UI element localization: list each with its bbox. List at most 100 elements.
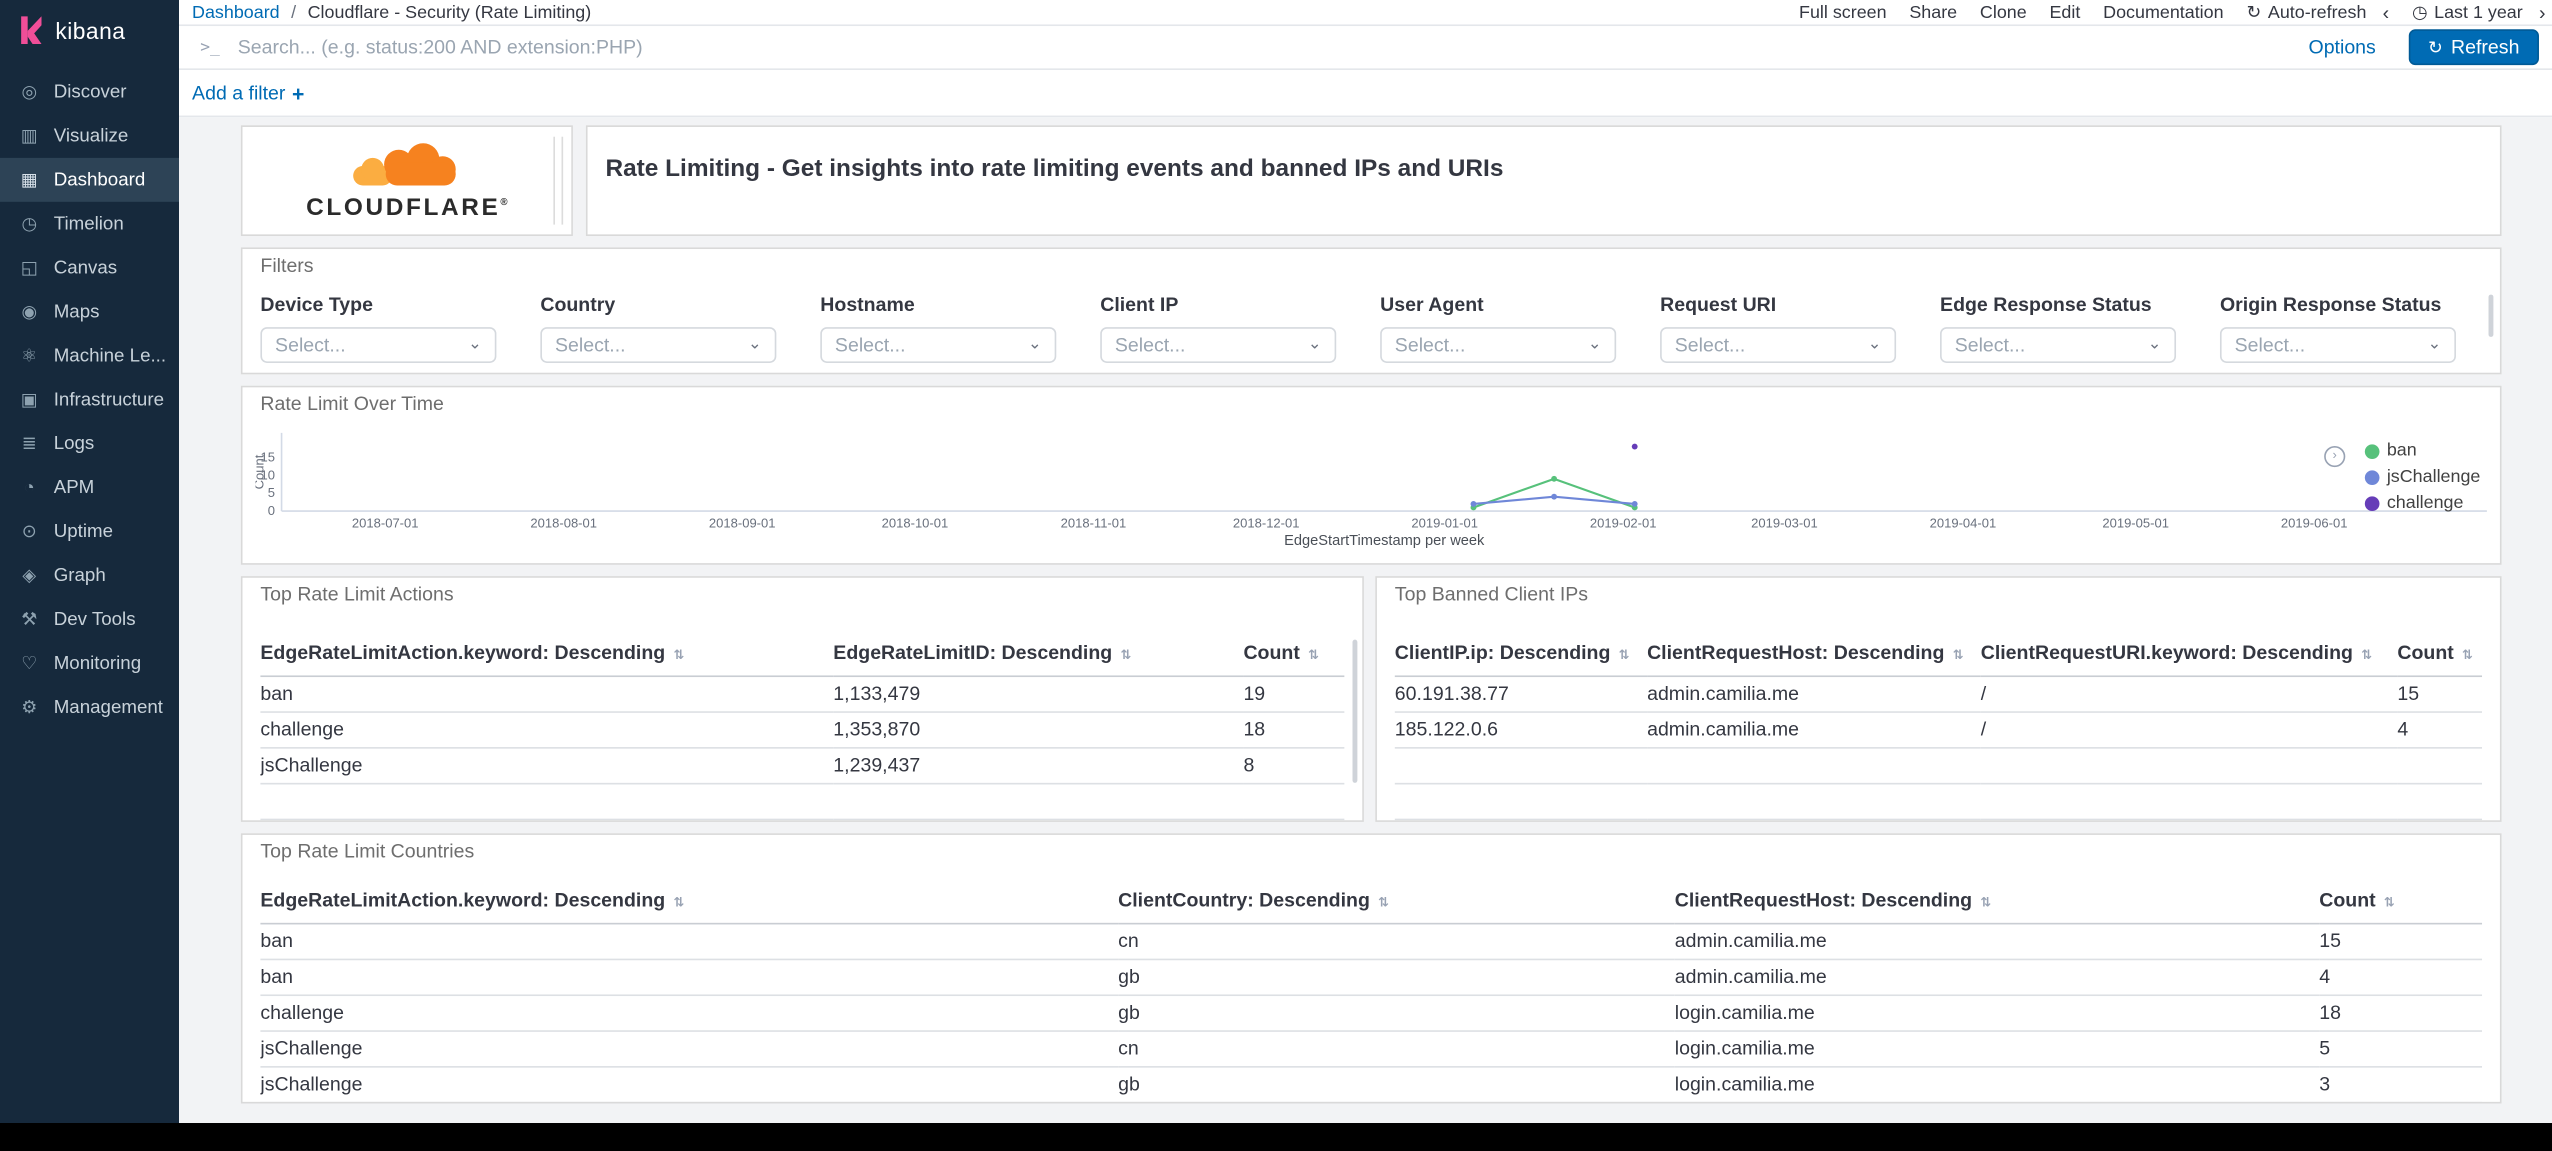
menu-item-share[interactable]: Share <box>1909 2 1957 22</box>
cloudflare-wordmark: CLOUDFLARE® <box>306 193 508 222</box>
filter-group-device-type: Device Type Select... ⌄ <box>260 293 497 363</box>
legend-color-dot <box>2364 470 2379 486</box>
chart-legend: ban jsChallenge challenge <box>2364 441 2480 514</box>
canvas-icon: ◱ <box>20 258 38 279</box>
column-header-edgeratelimitaction-keyword-descending[interactable]: EdgeRateLimitAction.keyword: Descending ⇅ <box>260 631 834 678</box>
table-cell: 3 <box>2319 1066 2483 1102</box>
sidebar-item-dashboard[interactable]: ▦ Dashboard <box>0 157 180 202</box>
legend-item-ban[interactable]: ban <box>2364 441 2480 462</box>
filter-select-edge-response-status[interactable]: Select... ⌄ <box>1940 327 2177 363</box>
sidebar-item-management[interactable]: ⚙ Management <box>0 685 179 729</box>
legend-item-challenge[interactable]: challenge <box>2364 493 2480 514</box>
column-header-count[interactable]: Count ⇅ <box>2397 631 2483 678</box>
table-cell: 4 <box>2397 712 2483 749</box>
sidebar-item-graph[interactable]: ◈ Graph <box>0 553 179 597</box>
clock-icon: ◷ <box>2411 3 2428 23</box>
apm-icon: ◔ <box>23 477 35 498</box>
column-header-edgeratelimitaction-keyword-descending[interactable]: EdgeRateLimitAction.keyword: Descending ⇅ <box>260 878 1119 925</box>
dashboard-icon: ▦ <box>20 170 38 191</box>
panel-scrollbar[interactable] <box>1352 639 1358 783</box>
table-cell: login.camilia.me <box>1674 995 2320 1032</box>
sidebar-item-dev-tools[interactable]: ⚒ Dev Tools <box>0 597 179 641</box>
menu-item-clone[interactable]: Clone <box>1980 2 2027 22</box>
empty-table-row <box>1394 747 2483 785</box>
column-header-edgeratelimitid-descending[interactable]: EdgeRateLimitID: Descending ⇅ <box>833 631 1244 678</box>
table-row: 185.122.0.6 admin.camilia.me/4 <box>1394 712 2483 749</box>
rate-limit-chart: 051015Count2018-07-01 2018-08-01 2018-09-0… <box>256 432 2487 549</box>
chevron-down-icon: ⌄ <box>2147 335 2162 354</box>
sidebar-item-uptime[interactable]: ⊙ Uptime <box>0 509 179 553</box>
svg-text:2018-07-01: 2018-07-01 <box>352 515 419 530</box>
infrastructure-icon: ▣ <box>20 390 38 411</box>
header-menu: Full screen Share Clone Edit Documentation <box>1799 2 2224 22</box>
sidebar-item-maps[interactable]: ◉ Maps <box>0 290 179 334</box>
panel-title: Filters <box>260 253 314 277</box>
select-placeholder: Select... <box>1954 333 2026 357</box>
legend-color-dot <box>2364 496 2379 512</box>
sort-icon: ⇅ <box>2383 895 2395 910</box>
column-header-clientrequesthost-descending[interactable]: ClientRequestHost: Descending ⇅ <box>1647 631 1981 678</box>
sidebar-item-monitoring[interactable]: ♡ Monitoring <box>0 641 179 685</box>
column-header-clientrequesturi-keyword-descending[interactable]: ClientRequestURI.keyword: Descending ⇅ <box>1980 631 2398 678</box>
table-row: jsChallenge 1,239,437 8 <box>260 747 1345 785</box>
time-picker-button[interactable]: ◷ Last 1 year <box>2412 2 2523 23</box>
svg-text:2018-10-01: 2018-10-01 <box>882 515 949 530</box>
filter-select-hostname[interactable]: Select... ⌄ <box>820 327 1057 363</box>
select-placeholder: Select... <box>275 333 346 357</box>
sidebar-item-logs[interactable]: ≣ Logs <box>0 422 179 466</box>
column-header-count[interactable]: Count ⇅ <box>2319 878 2483 925</box>
table-header-row: EdgeRateLimitAction.keyword: Descending ⇅… <box>260 631 1345 678</box>
table-cell: 185.122.0.6 <box>1394 712 1648 749</box>
options-link[interactable]: Options <box>2309 36 2376 59</box>
sidebar-item-visualize[interactable]: ▥ Visualize <box>0 114 179 158</box>
table-cell: 8 <box>1243 747 1345 785</box>
table-cell: 60.191.38.77 <box>1394 676 1648 713</box>
filter-select-device-type[interactable]: Select... ⌄ <box>260 327 497 363</box>
menu-item-full-screen[interactable]: Full screen <box>1799 2 1887 22</box>
filter-select-request-uri[interactable]: Select... ⌄ <box>1660 327 1897 363</box>
filter-select-origin-response-status[interactable]: Select... ⌄ <box>2219 327 2456 363</box>
sidebar-item-infrastructure[interactable]: ▣ Infrastructure <box>0 378 179 422</box>
legend-label: ban <box>2386 441 2417 461</box>
menu-item-documentation[interactable]: Documentation <box>2103 2 2223 22</box>
filter-select-user-agent[interactable]: Select... ⌄ <box>1380 327 1617 363</box>
panel-scrollbar[interactable] <box>553 136 564 225</box>
auto-refresh-button[interactable]: ↻ Auto-refresh <box>2246 2 2366 23</box>
table-cell: ban <box>260 959 1119 997</box>
sidebar-item-machine-le[interactable]: ⚛ Machine Le... <box>0 334 179 378</box>
svg-text:2019-02-01: 2019-02-01 <box>1590 515 1657 530</box>
filters-panel: Filters Device Type Select... ⌄ Country Sele… <box>240 247 2502 375</box>
discover-icon: ◎ <box>21 83 38 103</box>
refresh-button[interactable]: ↻ Refresh <box>2408 29 2539 66</box>
chevron-down-icon: ⌄ <box>1307 335 1322 354</box>
kibana-home-link[interactable]: kibana <box>0 0 179 60</box>
column-header-clientrequesthost-descending[interactable]: ClientRequestHost: Descending ⇅ <box>1674 878 2320 925</box>
sidebar-item-discover[interactable]: ◎ Discover <box>0 70 179 114</box>
top-rate-limit-actions-table: EdgeRateLimitAction.keyword: Descending ⇅… <box>260 631 1345 821</box>
table-row: jsChallenge cn login.camilia.me 5 <box>260 1031 2483 1068</box>
legend-item-jschallenge[interactable]: jsChallenge <box>2364 467 2480 488</box>
filter-select-country[interactable]: Select... ⌄ <box>540 327 777 363</box>
sidebar-item-canvas[interactable]: ◱ Canvas <box>0 246 179 290</box>
table-cell: jsChallenge <box>260 1066 1119 1102</box>
column-header-clientcountry-descending[interactable]: ClientCountry: Descending ⇅ <box>1118 878 1675 925</box>
uptime-icon: ⊙ <box>21 522 37 542</box>
filter-group-user-agent: User Agent Select... ⌄ <box>1380 293 1617 363</box>
sidebar-item-apm[interactable]: ◔ APM <box>0 465 179 509</box>
time-forward-button[interactable]: › <box>2539 2 2546 22</box>
add-filter-link[interactable]: Add a filter + <box>192 81 304 105</box>
column-header-count[interactable]: Count ⇅ <box>1243 631 1345 678</box>
legend-toggle-button[interactable]: › <box>2324 445 2346 468</box>
time-back-button[interactable]: ‹ <box>2383 2 2390 22</box>
search-input[interactable] <box>234 34 2309 61</box>
svg-text:0: 0 <box>268 503 275 518</box>
filter-select-client-ip[interactable]: Select... ⌄ <box>1100 327 1337 363</box>
table-cell: / <box>1980 676 2398 713</box>
breadcrumb-dashboard-link[interactable]: Dashboard <box>192 2 280 22</box>
menu-item-edit[interactable]: Edit <box>2049 2 2080 22</box>
sidebar-item-label: Infrastructure <box>53 389 164 410</box>
panel-scrollbar[interactable] <box>2488 294 2494 337</box>
sort-icon: ⇅ <box>1120 647 1132 663</box>
column-header-clientip-ip-descending[interactable]: ClientIP.ip: Descending ⇅ <box>1394 631 1648 678</box>
sidebar-item-timelion[interactable]: ◷ Timelion <box>0 202 179 246</box>
